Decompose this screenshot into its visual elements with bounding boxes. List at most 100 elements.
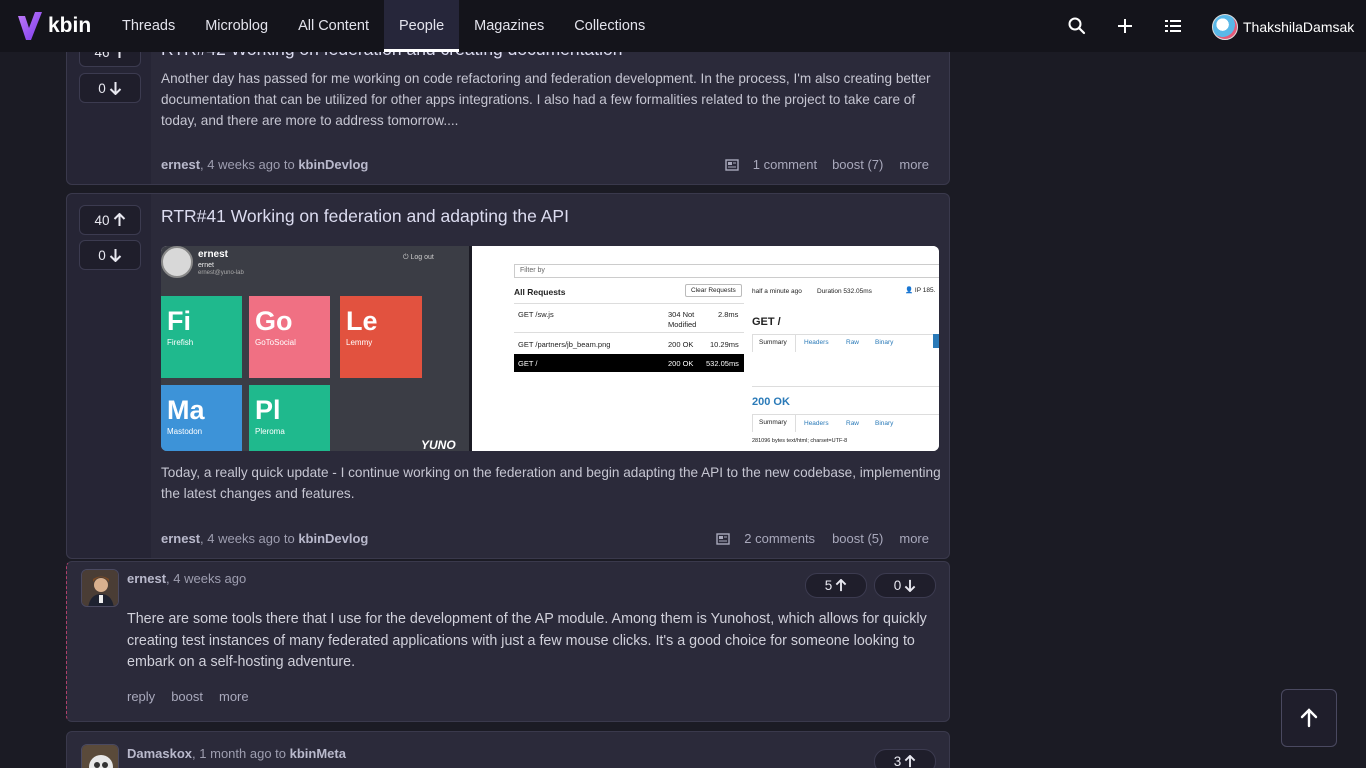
author-link[interactable]: Damaskox xyxy=(127,746,192,761)
request-duration: Duration 532.05ms xyxy=(817,288,872,295)
scrollbar-thumb xyxy=(933,334,939,348)
reply-button[interactable]: reply xyxy=(127,689,155,704)
nav-people[interactable]: People xyxy=(384,0,460,52)
comment-avatar[interactable] xyxy=(81,569,119,607)
tile-abbr: Pl xyxy=(255,395,281,425)
upvote-count: 5 xyxy=(824,578,833,593)
upvote-count: 40 xyxy=(94,212,110,228)
author-link[interactable]: ernest xyxy=(127,571,166,586)
entry-actions: 1 comment boost (7) more xyxy=(725,157,929,172)
user-avatar xyxy=(1212,14,1238,40)
profile-avatar xyxy=(161,246,193,278)
upvote-button[interactable]: 40 xyxy=(79,205,141,235)
downvote-button[interactable]: 0 xyxy=(874,573,936,598)
magazine-link[interactable]: kbinDevlog xyxy=(298,157,368,172)
search-icon[interactable] xyxy=(1067,16,1087,36)
entry-meta: ernest, 4 weeks ago to kbinDevlog xyxy=(161,531,368,546)
comment-actions: reply boost more xyxy=(127,689,249,704)
plus-icon[interactable] xyxy=(1115,16,1135,36)
tile-name: GoToSocial xyxy=(255,338,296,347)
logout-link: ⏻ Log out xyxy=(403,254,434,261)
downvote-button[interactable]: 0 xyxy=(79,73,141,103)
comments-link[interactable]: 1 comment xyxy=(753,157,817,172)
tile-name: Mastodon xyxy=(167,427,203,436)
app-tile-lemmy: Le Lemmy xyxy=(340,296,422,378)
all-requests-title: All Requests xyxy=(514,287,566,297)
nav-microblog[interactable]: Microblog xyxy=(190,0,283,52)
request-path: GET / xyxy=(518,359,538,368)
arrow-up-icon xyxy=(113,213,125,226)
scroll-to-top-button[interactable] xyxy=(1281,689,1337,747)
request-status: 200 OK xyxy=(668,340,694,349)
user-menu[interactable]: ThakshilaDamsak xyxy=(1212,14,1354,40)
tile-abbr: Go xyxy=(255,306,293,336)
author-link[interactable]: ernest xyxy=(161,157,200,172)
app-tile-firefish: Fi Firefish xyxy=(161,296,242,378)
downvote-button[interactable]: 0 xyxy=(79,240,141,270)
app-tile-pleroma: Pl Pleroma xyxy=(249,385,330,451)
clear-requests-button: Clear Requests xyxy=(685,284,742,297)
profile-name: ernest xyxy=(198,249,229,260)
entry-card: 40 0 RTR#41 Working on federation and ad… xyxy=(66,193,950,559)
upvote-button[interactable]: 3 xyxy=(874,749,936,768)
upvote-button[interactable]: 5 xyxy=(805,573,867,598)
brand-name: kbin xyxy=(48,14,92,37)
nav-magazines[interactable]: Magazines xyxy=(459,0,559,52)
nav-collections[interactable]: Collections xyxy=(559,0,660,52)
comment-card: Damaskox, 1 month ago to kbinMeta 3 xyxy=(66,731,950,768)
more-button[interactable]: more xyxy=(899,531,929,546)
tile-name: Lemmy xyxy=(346,338,373,347)
yunohost-screenshot: ernest ernet ernest@yuno-lab ⏻ Log out F… xyxy=(161,246,469,451)
profile-handle: ernet xyxy=(198,262,214,269)
entry-time: , 4 weeks ago to xyxy=(200,157,299,172)
magazine-link[interactable]: kbinDevlog xyxy=(298,531,368,546)
request-path: GET /sw.js xyxy=(518,310,554,319)
request-age: half a minute ago xyxy=(752,288,802,295)
nav-threads[interactable]: Threads xyxy=(107,0,190,52)
newspaper-icon[interactable] xyxy=(725,158,739,171)
tab-headers: Headers xyxy=(804,339,829,346)
comment-meta: Damaskox, 1 month ago to kbinMeta xyxy=(127,746,346,761)
arrow-down-icon xyxy=(109,82,121,95)
separator xyxy=(514,303,744,304)
request-detail-title: GET / xyxy=(752,316,781,328)
newspaper-icon[interactable] xyxy=(716,532,730,545)
comments-link[interactable]: 2 comments xyxy=(744,531,815,546)
main-nav: Threads Microblog All Content People Mag… xyxy=(107,0,660,52)
arrow-down-icon xyxy=(109,249,121,262)
more-button[interactable]: more xyxy=(899,157,929,172)
magazine-link[interactable]: kbinMeta xyxy=(290,746,346,761)
entry-time: , 4 weeks ago to xyxy=(200,531,299,546)
tab-raw: Raw xyxy=(846,339,860,346)
boost-button[interactable]: boost xyxy=(171,689,203,704)
comment-card: ernest, 4 weeks ago 5 0 There are some t… xyxy=(66,561,950,722)
downvote-count: 0 xyxy=(98,80,106,96)
downvote-count: 0 xyxy=(98,247,106,263)
boost-button[interactable]: boost (5) xyxy=(832,531,883,546)
nav-all-content[interactable]: All Content xyxy=(283,0,384,52)
arrow-up-icon xyxy=(904,755,916,768)
downvote-count: 0 xyxy=(893,578,902,593)
request-time: 532.05ms xyxy=(706,359,739,368)
author-link[interactable]: ernest xyxy=(161,531,200,546)
separator xyxy=(514,332,744,333)
tile-abbr: Ma xyxy=(167,395,205,425)
app-tile-mastodon: Ma Mastodon xyxy=(161,385,242,451)
app-tile-gotosocial: Go GoToSocial xyxy=(249,296,330,378)
arrow-down-icon xyxy=(904,579,916,592)
person-photo-icon xyxy=(82,570,118,606)
entry-title[interactable]: RTR#41 Working on federation and adaptin… xyxy=(161,206,569,227)
brand-logo[interactable]: kbin xyxy=(16,12,91,40)
tab-binary: Binary xyxy=(875,339,894,346)
request-status: 200 OK xyxy=(668,359,694,368)
upvote-count: 3 xyxy=(893,754,902,768)
entry-meta: ernest, 4 weeks ago to kbinDevlog xyxy=(161,157,368,172)
entry-image[interactable]: ernest ernet ernest@yuno-lab ⏻ Log out F… xyxy=(161,246,939,451)
list-icon[interactable] xyxy=(1163,16,1183,36)
comment-time: , 4 weeks ago xyxy=(166,571,247,586)
comment-avatar[interactable] xyxy=(81,744,119,768)
response-status: 200 OK xyxy=(752,396,790,408)
tile-name: Pleroma xyxy=(255,427,285,436)
boost-button[interactable]: boost (7) xyxy=(832,157,883,172)
more-button[interactable]: more xyxy=(219,689,249,704)
